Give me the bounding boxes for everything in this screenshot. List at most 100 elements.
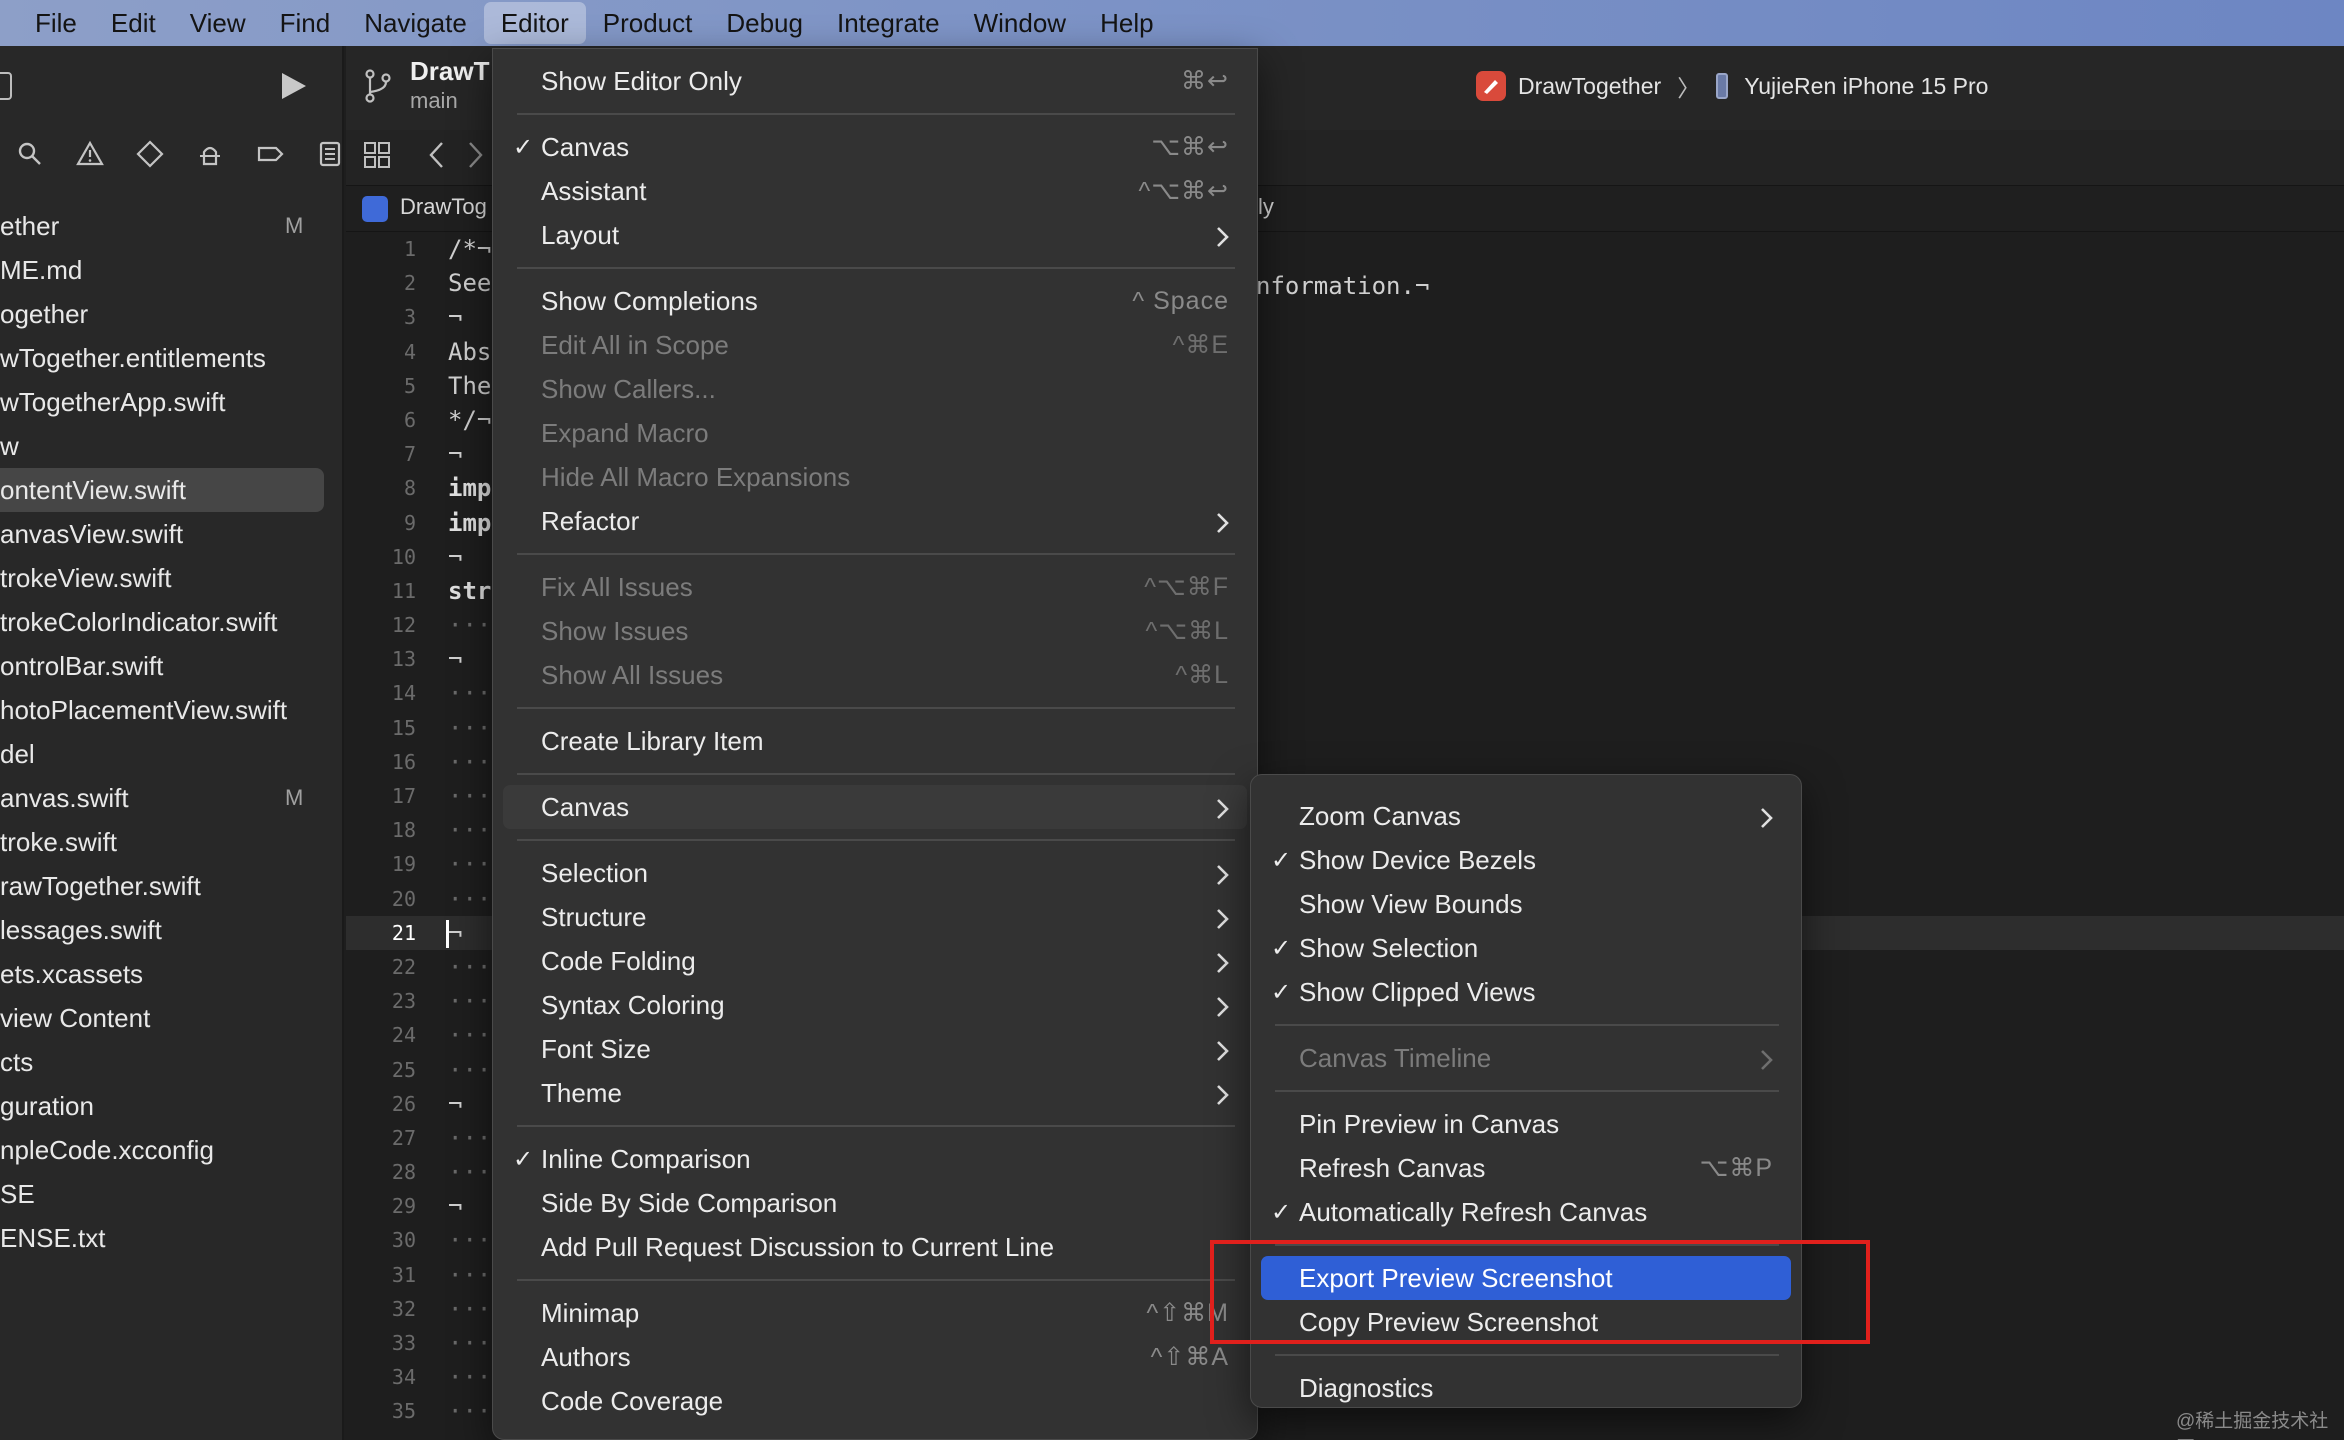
menu-item-label: Pin Preview in Canvas [1299,1108,1560,1139]
menu-item-show-editor-only[interactable]: Show Editor Only ⌘↩ [503,59,1247,103]
menu-item-pin-preview-in-canvas[interactable]: Pin Preview in Canvas [1261,1102,1791,1146]
menu-item-refactor[interactable]: Refactor [503,499,1247,543]
sidebar-toggle-icon[interactable] [0,72,12,100]
menu-item-automatically-refresh-canvas[interactable]: ✓ Automatically Refresh Canvas [1261,1190,1791,1234]
menu-navigate[interactable]: Navigate [347,2,484,44]
file-item[interactable]: wTogetherApp.swift [0,380,344,424]
line-number: 26 [391,1091,416,1116]
file-name: del [0,738,35,769]
annotation-highlight-box [1210,1240,1870,1344]
test-navigator-icon[interactable] [120,134,180,174]
menu-integrate[interactable]: Integrate [820,2,957,44]
menu-debug[interactable]: Debug [709,2,820,44]
line-number: 12 [391,613,416,638]
menu-item-label: Syntax Coloring [541,989,725,1020]
menu-item-diagnostics[interactable]: Diagnostics [1261,1366,1791,1410]
menu-item-selection[interactable]: Selection [503,851,1247,895]
keyboard-shortcut: ^⌥⌘L [1145,617,1229,645]
menu-item-side-by-side-comparison[interactable]: Side By Side Comparison [503,1181,1247,1225]
menu-item-minimap[interactable]: Minimap ^⇧⌘M [503,1291,1247,1335]
menu-item-structure[interactable]: Structure [503,895,1247,939]
forward-chevron-icon[interactable] [460,140,490,170]
file-item[interactable]: SE [0,1172,344,1216]
menu-item-show-selection[interactable]: ✓ Show Selection [1261,926,1791,970]
run-button[interactable] [278,71,308,101]
file-item[interactable]: del [0,732,344,776]
menu-item-inline-comparison[interactable]: ✓ Inline Comparison [503,1137,1247,1181]
text-caret [446,920,449,948]
menu-product[interactable]: Product [586,2,710,44]
file-item[interactable]: rawTogether.swift [0,864,344,908]
menu-window[interactable]: Window [957,2,1083,44]
file-item[interactable]: cts [0,1040,344,1084]
menu-edit[interactable]: Edit [94,2,173,44]
modified-badge: M [285,785,304,810]
checkmark-icon: ✓ [513,1145,534,1173]
menu-editor[interactable]: Editor [483,2,586,44]
menu-item-add-pull-request-discussion-to-current-line[interactable]: Add Pull Request Discussion to Current L… [503,1225,1247,1269]
menu-item-layout[interactable]: Layout [503,213,1247,257]
project-title[interactable]: DrawT [410,56,489,87]
file-item[interactable]: w [0,424,344,468]
find-navigator-icon[interactable] [0,134,60,174]
menu-help[interactable]: Help [1083,2,1170,44]
menu-item-create-library-item[interactable]: Create Library Item [503,719,1247,763]
back-chevron-icon[interactable] [422,140,452,170]
file-item[interactable]: ontentView.swift [0,468,324,512]
related-items-grid-icon[interactable] [362,140,392,170]
file-item[interactable]: view Content [0,996,344,1040]
menu-item-refresh-canvas[interactable]: Refresh Canvas ⌥⌘P [1261,1146,1791,1190]
menu-item-authors[interactable]: Authors ^⇧⌘A [503,1335,1247,1379]
menu-item-label: Show Editor Only [541,65,742,96]
menu-item-assistant[interactable]: Assistant ^⌥⌘↩ [503,169,1247,213]
menu-item-canvas[interactable]: Canvas [503,785,1247,829]
file-item[interactable]: ogether [0,292,344,336]
file-item[interactable]: ENSE.txt [0,1216,344,1260]
menu-item-label: Canvas [541,791,630,822]
menu-find[interactable]: Find [263,2,348,44]
line-number: 13 [391,647,416,672]
run-destination: YujieRen iPhone 15 Pro [1744,72,1989,99]
file-item[interactable]: ets.xcassets [0,952,344,996]
menu-item-canvas[interactable]: ✓ Canvas ⌥⌘↩ [503,125,1247,169]
file-item[interactable]: ether M [0,204,344,248]
menu-file[interactable]: File [18,2,94,44]
editor-tab-label[interactable]: DrawTog [400,194,487,220]
menu-separator [1275,1024,1779,1026]
menu-item-show-completions[interactable]: Show Completions ^ Space [503,279,1247,323]
menu-item-label: Assistant [541,175,647,206]
breakpoint-navigator-icon[interactable] [240,134,300,174]
menu-view[interactable]: View [173,2,263,44]
debug-navigator-icon[interactable] [180,134,240,174]
file-item[interactable]: npleCode.xcconfig [0,1128,344,1172]
file-item[interactable]: anvas.swift M [0,776,344,820]
checkmark-icon: ✓ [1271,978,1292,1006]
branch-name[interactable]: main [410,88,458,114]
menu-item-zoom-canvas[interactable]: Zoom Canvas [1261,794,1791,838]
file-item[interactable]: wTogether.entitlements [0,336,344,380]
file-item[interactable]: trokeColorIndicator.swift [0,600,344,644]
file-item[interactable]: hotoPlacementView.swift [0,688,344,732]
menu-item-theme[interactable]: Theme [503,1071,1247,1115]
file-item[interactable]: troke.swift [0,820,344,864]
file-item[interactable]: anvasView.swift [0,512,344,556]
menu-item-font-size[interactable]: Font Size [503,1027,1247,1071]
menu-item-code-folding[interactable]: Code Folding [503,939,1247,983]
file-item[interactable]: lessages.swift [0,908,344,952]
menu-item-label: Show View Bounds [1299,888,1523,919]
file-item[interactable]: ME.md [0,248,344,292]
menu-separator [517,267,1235,269]
menu-item-syntax-coloring[interactable]: Syntax Coloring [503,983,1247,1027]
issue-navigator-icon[interactable] [60,134,120,174]
file-item[interactable]: guration [0,1084,344,1128]
file-item[interactable]: trokeView.swift [0,556,344,600]
line-number: 35 [391,1399,416,1424]
file-item[interactable]: ontrolBar.swift [0,644,344,688]
menu-item-code-coverage[interactable]: Code Coverage [503,1379,1247,1423]
menu-item-show-device-bezels[interactable]: ✓ Show Device Bezels [1261,838,1791,882]
scheme-name: DrawTogether [1518,72,1662,99]
line-number: 32 [391,1296,416,1321]
menu-item-show-clipped-views[interactable]: ✓ Show Clipped Views [1261,970,1791,1014]
scheme-selector[interactable]: DrawTogether 〉 YujieRen iPhone 15 Pro [1476,66,1988,106]
menu-item-show-view-bounds[interactable]: Show View Bounds [1261,882,1791,926]
